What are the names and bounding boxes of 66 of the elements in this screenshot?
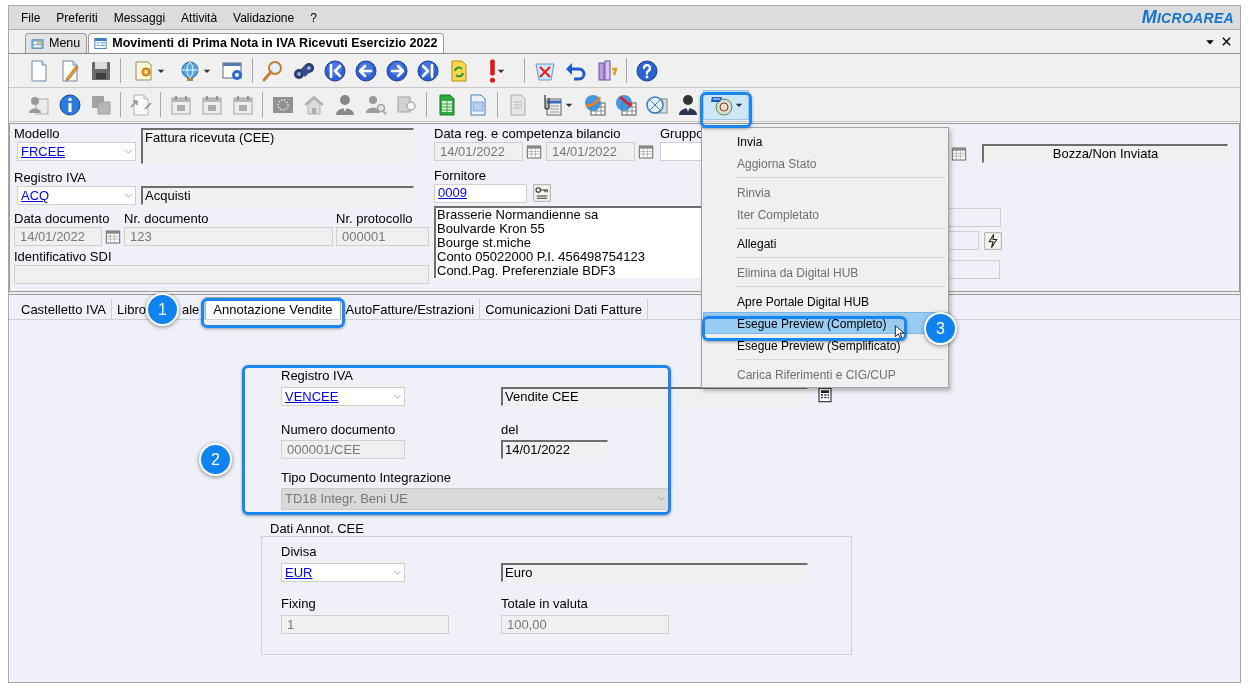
menu-item[interactable]: Messaggi — [105, 8, 174, 27]
field-label: Data documento — [14, 211, 110, 227]
field-label: Nr. documento — [124, 211, 209, 227]
status-field: Bozza/Non Inviata — [982, 144, 1228, 163]
combo-box[interactable]: ACQ — [17, 186, 136, 205]
field-label: del — [501, 422, 519, 438]
cursor-icon — [893, 323, 907, 341]
calendar-icon[interactable] — [526, 143, 542, 160]
menu-item[interactable]: Apre Portale Digital HUB — [703, 290, 947, 312]
field-label: Modello — [14, 126, 60, 142]
menu-item[interactable]: Preferiti — [48, 8, 106, 27]
group-title: Dati Annot. CEE — [270, 521, 365, 536]
globe-grid-icon — [582, 92, 607, 117]
document-arrows-icon — [128, 92, 153, 117]
exclamation-icon — [489, 58, 496, 83]
calendar-icon[interactable] — [951, 145, 967, 162]
search-icon — [260, 58, 285, 83]
menu-item[interactable]: Invia — [703, 130, 947, 152]
description-field: Fattura ricevuta (CEE) — [141, 128, 414, 164]
info-icon — [57, 92, 82, 117]
code-link[interactable]: 0009 — [438, 183, 467, 203]
highlight-frame — [700, 91, 752, 128]
calendar-icon[interactable] — [638, 143, 654, 160]
field-label: Divisa — [281, 543, 317, 560]
section-tab[interactable]: Annotazione Vendite — [205, 297, 341, 319]
field-label: Identificativo SDI — [14, 248, 112, 265]
code-link[interactable]: FRCEE — [21, 141, 66, 162]
document-tab[interactable]: Menu — [25, 33, 88, 53]
field-label: Nr. protocollo — [336, 211, 413, 227]
logo: MICROAREA — [1141, 6, 1234, 29]
combo-box[interactable]: EUR — [281, 562, 405, 582]
lightning-icon[interactable] — [984, 231, 1002, 250]
supplier-code-field[interactable]: 0009 — [434, 183, 527, 203]
menu-item[interactable]: Attività — [173, 8, 226, 27]
date-field[interactable]: 14/01/2022 — [501, 440, 608, 459]
code-link[interactable]: EUR — [285, 562, 313, 582]
description-field[interactable]: Euro — [501, 562, 808, 582]
menu-tab-icon — [30, 36, 45, 51]
help-icon — [634, 58, 659, 83]
combo-box[interactable]: FRCEE — [17, 142, 136, 161]
menu-item[interactable]: File — [13, 8, 49, 27]
code-link[interactable]: VENCEE — [285, 386, 339, 407]
field-label: Tipo Documento Integrazione — [281, 469, 452, 486]
field-label: Registro IVA — [281, 368, 353, 384]
section-tab[interactable]: Comunicazioni Dati Fatture — [480, 299, 648, 319]
code-link[interactable]: ACQ — [21, 185, 50, 206]
calendar-icon[interactable] — [105, 228, 121, 245]
emblem-button[interactable] — [703, 89, 749, 120]
combo-box[interactable]: VENCEE — [281, 387, 405, 406]
section-tab[interactable]: AutoFatture/Estrazioni — [340, 299, 481, 319]
field-label: Fornitore — [434, 167, 487, 184]
field-label: Fixing — [281, 595, 316, 612]
globe-arrow-icon — [613, 92, 638, 117]
lookup-icon[interactable] — [533, 184, 551, 202]
menu-item[interactable]: Validazione — [225, 8, 303, 27]
menu-item[interactable]: ? — [302, 8, 325, 27]
form-icon — [93, 36, 109, 51]
close-icon[interactable] — [1221, 36, 1232, 47]
document-tab[interactable]: Movimenti di Prima Nota in IVA Ricevuti Esercizio 2022 — [88, 33, 445, 53]
field-label: Registro IVA — [14, 170, 86, 186]
description-field[interactable]: Vendite CEE — [501, 387, 808, 406]
field-label: Data reg. e competenza bilancio — [434, 126, 621, 142]
section-tab[interactable]: Castelletto IVA — [16, 299, 113, 319]
field-label: Totale in valuta — [501, 595, 588, 612]
field-label: Numero documento — [281, 422, 396, 438]
description-field[interactable]: Acquisti — [141, 186, 414, 205]
